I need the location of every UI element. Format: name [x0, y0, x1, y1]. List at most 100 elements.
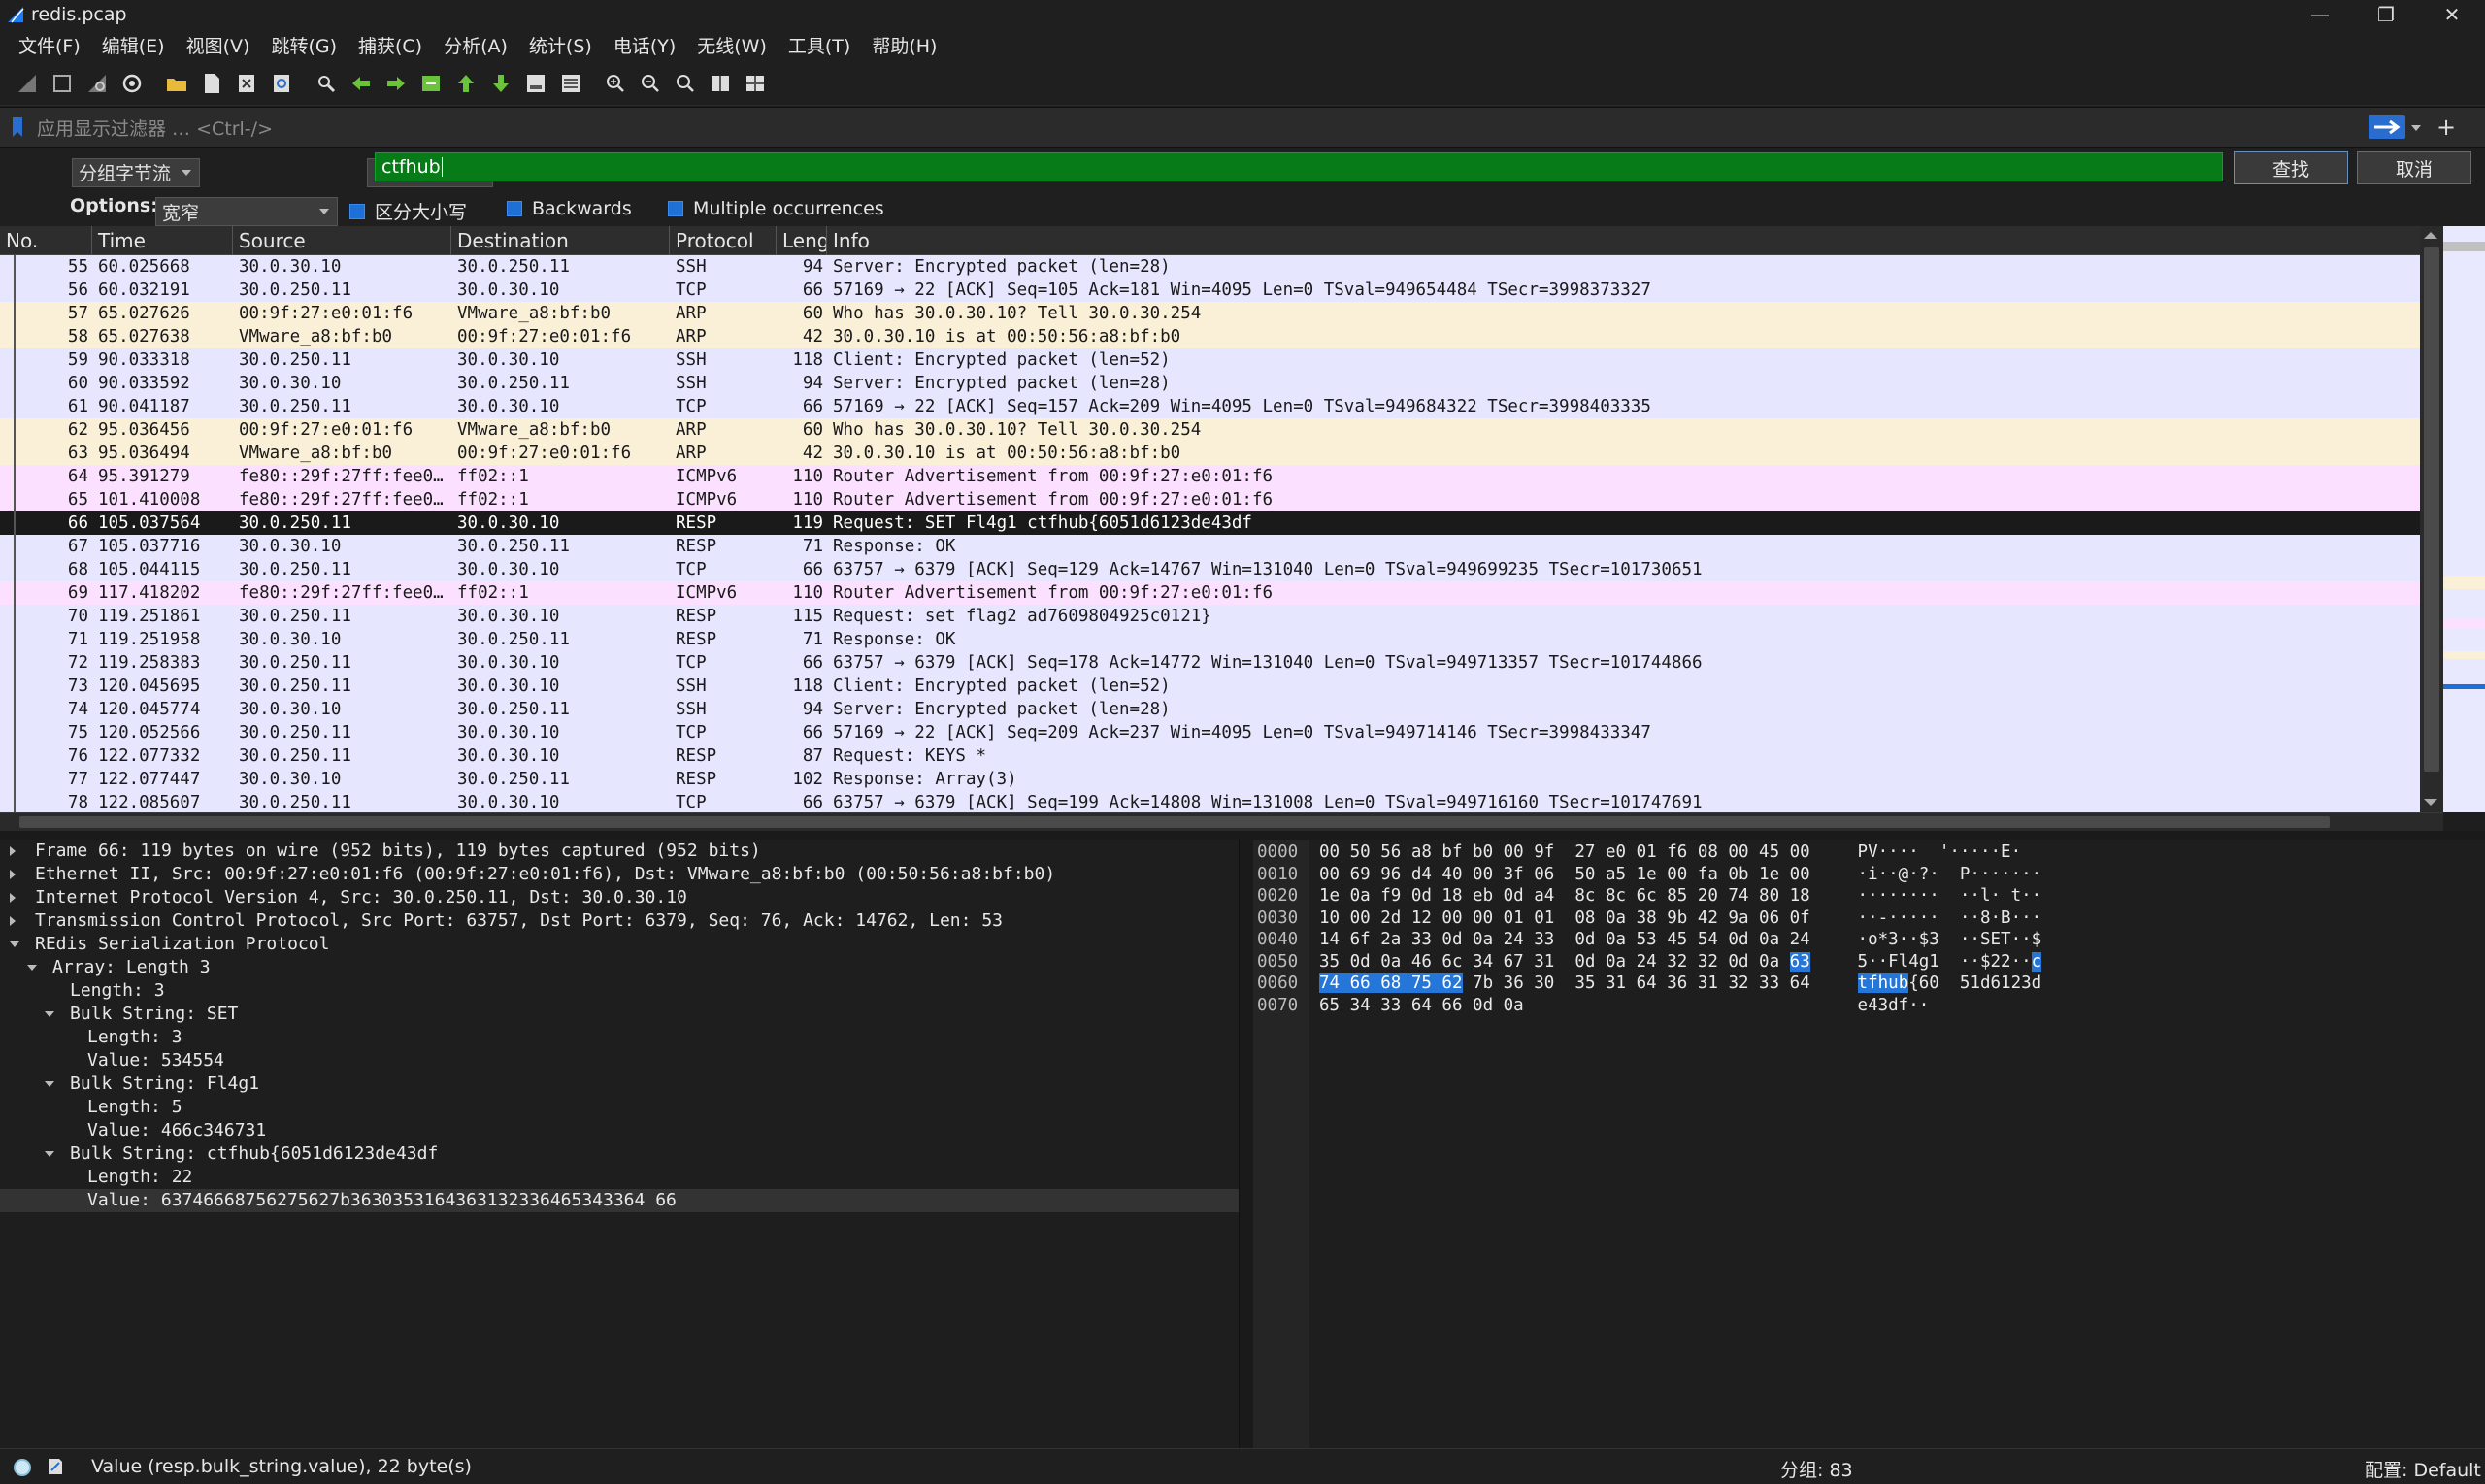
add-filter-button[interactable]: + [2436, 114, 2456, 141]
detail-tree-item[interactable]: Length: 22 [0, 1166, 1239, 1189]
detail-tree-item[interactable]: Internet Protocol Version 4, Src: 30.0.2… [0, 886, 1239, 909]
collapsed-arrow-icon[interactable] [10, 893, 16, 903]
detail-tree-item[interactable]: Array: Length 3 [0, 956, 1239, 979]
column-protocol[interactable]: Protocol [670, 226, 777, 255]
packet-row[interactable]: 63 95.036494 VMware_a8:bf:b0 00:9f:27:e0:01… [0, 442, 2420, 465]
detail-tree-item[interactable]: Bulk String: SET [0, 1003, 1239, 1026]
go-to-packet-icon[interactable] [416, 69, 446, 98]
display-filter-input[interactable]: 应用显示过滤器 … <Ctrl-/> [37, 115, 273, 141]
menu-capture[interactable]: 捕获(C) [355, 32, 425, 58]
expanded-arrow-icon[interactable] [10, 941, 19, 947]
packet-row[interactable]: 56 60.032191 30.0.250.11 30.0.30.10 TCP 66 571… [0, 279, 2420, 302]
open-file-icon[interactable] [162, 69, 191, 98]
menu-wireless[interactable]: 无线(W) [694, 32, 770, 58]
find-query-input[interactable]: ctfhub [375, 152, 2223, 181]
restore-button[interactable]: ❐ [2353, 0, 2419, 28]
display-filter-bar[interactable]: 应用显示过滤器 … <Ctrl-/> + [0, 107, 2485, 148]
menu-go[interactable]: 跳转(G) [268, 32, 340, 58]
case-sensitive-checkbox[interactable]: 区分大小写 [349, 198, 467, 224]
apply-filter-arrow-icon[interactable] [2369, 115, 2405, 139]
scroll-thumb[interactable] [2424, 247, 2439, 772]
column-length[interactable]: Lengtl [777, 226, 827, 255]
detail-tree-item[interactable]: Ethernet II, Src: 00:9f:27:e0:01:f6 (00:… [0, 863, 1239, 886]
hex-bytes-row[interactable]: 65 34 33 64 66 0d 0a [1319, 995, 1524, 1016]
close-file-icon[interactable] [232, 69, 261, 98]
scroll-up-icon[interactable] [2424, 232, 2437, 239]
stop-capture-icon[interactable] [48, 69, 77, 98]
menu-help[interactable]: 帮助(H) [869, 32, 940, 58]
packet-row[interactable]: 78 122.085607 30.0.250.11 30.0.30.10 TCP 66 63… [0, 791, 2420, 812]
cancel-button[interactable]: 取消 [2357, 151, 2471, 184]
go-last-icon[interactable] [486, 69, 515, 98]
menu-statistics[interactable]: 统计(S) [526, 32, 595, 58]
hex-bytes-row[interactable]: 35 0d 0a 46 6c 34 67 31 0d 0a 24 32 32 0… [1319, 951, 1810, 973]
column-time[interactable]: Time [92, 226, 233, 255]
packet-row[interactable]: 71 119.251958 30.0.30.10 30.0.250.11 RESP 71 R… [0, 628, 2420, 651]
packet-list[interactable]: No. Time Source Destination Protocol Len… [0, 226, 2420, 812]
pane-splitter[interactable] [0, 831, 2485, 840]
packet-row[interactable]: 60 90.033592 30.0.30.10 30.0.250.11 SSH 94 Ser… [0, 372, 2420, 395]
packet-details-tree[interactable]: Frame 66: 119 bytes on wire (952 bits), … [0, 840, 1240, 1448]
detail-tree-item[interactable]: Value: 534554 [0, 1049, 1239, 1072]
packet-list-scrollbar[interactable] [2420, 226, 2443, 812]
filter-history-chevron-down-icon[interactable] [2411, 125, 2421, 131]
menu-edit[interactable]: 编辑(E) [99, 32, 168, 58]
capture-options-icon[interactable] [117, 69, 147, 98]
resize-columns-icon[interactable] [706, 69, 735, 98]
ascii-bytes-row[interactable]: e43df·· [1847, 995, 1930, 1016]
bookmark-icon[interactable] [12, 116, 23, 138]
restart-capture-icon[interactable] [83, 69, 112, 98]
packet-row[interactable]: 57 65.027626 00:9f:27:e0:01:f6 VMware_a8:bf… [0, 302, 2420, 325]
detail-tree-item[interactable]: Frame 66: 119 bytes on wire (952 bits), … [0, 840, 1239, 863]
packet-row[interactable]: 55 60.025668 30.0.30.10 30.0.250.11 SSH 94 Ser… [0, 255, 2420, 279]
menu-file[interactable]: 文件(F) [16, 32, 83, 58]
detail-tree-item[interactable]: REdis Serialization Protocol [0, 933, 1239, 956]
packet-list-hscrollbar[interactable] [0, 812, 2443, 831]
ascii-bytes-row[interactable]: ·o*3··$3 ··SET··$ [1847, 929, 2042, 950]
expanded-arrow-icon[interactable] [45, 1081, 54, 1087]
packet-row[interactable]: 62 95.036456 00:9f:27:e0:01:f6 VMware_a8:bf… [0, 418, 2420, 442]
search-in-select[interactable]: 分组字节流 [72, 157, 200, 187]
charset-select[interactable]: 宽窄 [155, 197, 338, 226]
status-profile[interactable]: 配置: Default [2365, 1456, 2481, 1482]
column-destination[interactable]: Destination [451, 226, 670, 255]
pane-splitter-vertical[interactable] [1240, 840, 1253, 1448]
ascii-bytes-row[interactable]: ········ ··l· t·· [1847, 885, 2042, 907]
detail-tree-item[interactable]: Length: 3 [0, 1026, 1239, 1049]
packet-row[interactable]: 74 120.045774 30.0.30.10 30.0.250.11 SSH 94 Se… [0, 698, 2420, 721]
hex-bytes-row[interactable]: 10 00 2d 12 00 00 01 01 08 0a 38 9b 42 9… [1319, 907, 1810, 929]
menu-analyze[interactable]: 分析(A) [441, 32, 511, 58]
hscroll-thumb[interactable] [19, 816, 2330, 828]
packet-row[interactable]: 76 122.077332 30.0.250.11 30.0.30.10 RESP 87 R… [0, 744, 2420, 768]
reload-file-icon[interactable] [267, 69, 296, 98]
zoom-out-icon[interactable] [636, 69, 665, 98]
hex-bytes-row[interactable]: 74 66 68 75 62 7b 36 30 35 31 64 36 31 3… [1319, 973, 1810, 994]
packet-row[interactable]: 77 122.077447 30.0.30.10 30.0.250.11 RESP 102… [0, 768, 2420, 791]
go-back-icon[interactable] [347, 69, 376, 98]
packet-row[interactable]: 67 105.037716 30.0.30.10 30.0.250.11 RESP 71 R… [0, 535, 2420, 558]
detail-tree-item[interactable]: Value: 63746668756275627b363035316436313… [0, 1189, 1239, 1212]
go-first-icon[interactable] [451, 69, 480, 98]
collapsed-arrow-icon[interactable] [10, 870, 16, 879]
go-forward-icon[interactable] [381, 69, 411, 98]
hex-bytes-row[interactable]: 00 69 96 d4 40 00 3f 06 50 a5 1e 00 fa 0… [1319, 864, 1810, 885]
column-source[interactable]: Source [233, 226, 451, 255]
detail-tree-item[interactable]: Length: 3 [0, 979, 1239, 1003]
autoscroll-icon[interactable] [521, 69, 550, 98]
find-packet-icon[interactable] [312, 69, 341, 98]
packet-row[interactable]: 72 119.258383 30.0.250.11 30.0.30.10 TCP 66 63… [0, 651, 2420, 675]
packet-row[interactable]: 68 105.044115 30.0.250.11 30.0.30.10 TCP 66 63… [0, 558, 2420, 581]
packet-bytes-pane[interactable]: 0000 00 50 56 a8 bf b0 00 9f 27 e0 01 f6 … [1253, 840, 2485, 1448]
column-no[interactable]: No. [0, 226, 92, 255]
expanded-arrow-icon[interactable] [45, 1151, 54, 1157]
expanded-arrow-icon[interactable] [45, 1011, 54, 1017]
minimize-button[interactable]: — [2287, 0, 2353, 28]
packet-row[interactable]: 73 120.045695 30.0.250.11 30.0.30.10 SSH 118 C… [0, 675, 2420, 698]
collapsed-arrow-icon[interactable] [10, 916, 16, 926]
ascii-bytes-row[interactable]: PV···· '·····E· [1847, 841, 2022, 863]
packet-minimap[interactable] [2443, 226, 2485, 812]
column-info[interactable]: Info [827, 226, 2420, 255]
collapsed-arrow-icon[interactable] [10, 846, 16, 856]
detail-tree-item[interactable]: Value: 466c346731 [0, 1119, 1239, 1142]
packet-row[interactable]: 59 90.033318 30.0.250.11 30.0.30.10 SSH 118 Cl… [0, 348, 2420, 372]
